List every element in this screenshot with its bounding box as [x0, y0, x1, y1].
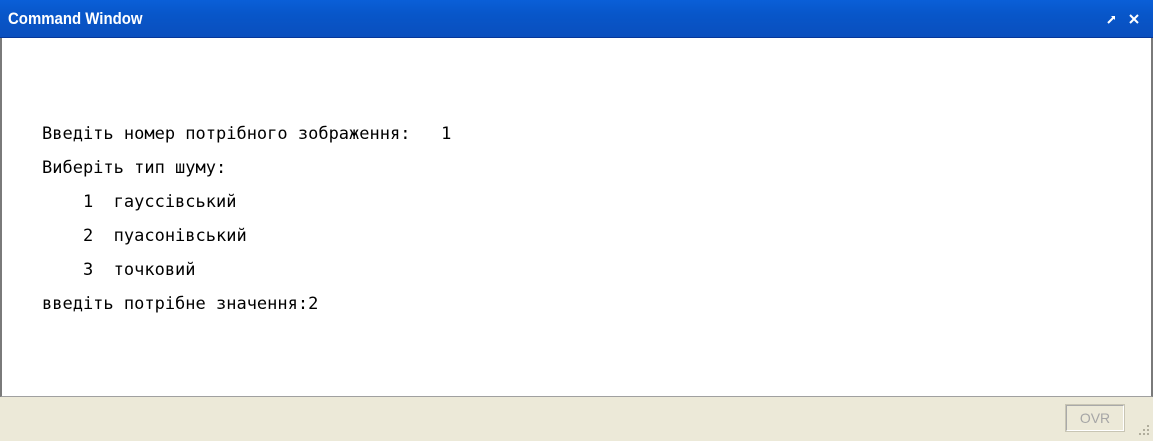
resize-grip-icon[interactable]: [1136, 422, 1150, 436]
ovr-indicator: OVR: [1065, 404, 1125, 432]
console-line: Введіть номер потрібного зображення: 1: [42, 124, 452, 144]
status-bar: OVR: [0, 397, 1153, 439]
title-bar[interactable]: Command Window: [0, 0, 1153, 38]
console-line: 2 пуасонівський: [42, 226, 247, 246]
command-window: Command Window Введіть номер потрібного …: [0, 0, 1153, 439]
console-line: введіть потрібне значення:2: [42, 294, 319, 314]
console-lines: Введіть номер потрібного зображення: 1 В…: [42, 117, 451, 321]
title-bar-buttons: [1101, 8, 1145, 30]
console-line: 3 точковий: [42, 260, 196, 280]
undock-button[interactable]: [1101, 8, 1123, 30]
console-output-area[interactable]: Введіть номер потрібного зображення: 1 В…: [0, 38, 1153, 397]
console-line: Виберіть тип шуму:: [42, 158, 227, 178]
close-button[interactable]: [1123, 8, 1145, 30]
close-icon: [1128, 13, 1140, 25]
undock-arrow-icon: [1106, 13, 1118, 25]
console-line: 1 гауссівський: [42, 192, 237, 212]
window-title: Command Window: [8, 9, 143, 28]
